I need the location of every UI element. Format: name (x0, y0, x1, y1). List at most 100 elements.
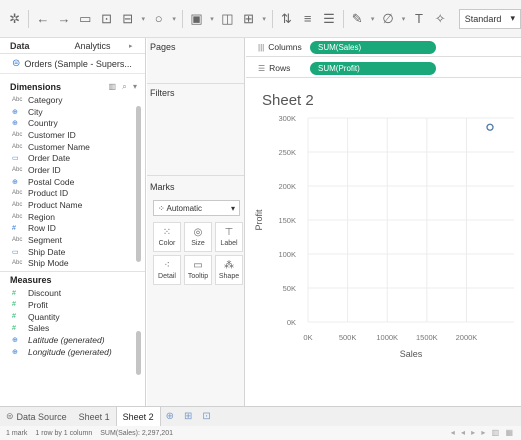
x-tick-label: 2000K (456, 333, 478, 342)
field-name: Ship Mode (28, 258, 69, 269)
field-name: Postal Code (28, 176, 75, 187)
field-item[interactable]: ⊕ Longitude (generated) (0, 346, 145, 358)
group-icon[interactable]: ✎ (347, 8, 368, 30)
measures-divider (0, 271, 145, 273)
field-item[interactable]: ▭ Ship Date (0, 246, 145, 258)
collapse-pane-icon[interactable]: ▸ (129, 42, 145, 50)
tab-analytics[interactable]: Analytics (65, 41, 130, 51)
status-rows-cols: 1 row by 1 column (35, 429, 93, 437)
rows-pill[interactable]: SUM(Profit) (310, 61, 436, 75)
field-item[interactable]: Abc Region (0, 211, 145, 223)
datasource-item[interactable]: ⊜ Orders (Sample - Supers... (0, 54, 145, 74)
field-item[interactable]: ▭ Order Date (0, 152, 145, 164)
field-item[interactable]: ⊕ Country (0, 117, 145, 129)
cards-column: Pages Filters Marks ⁘ Automatic ▾ ⁙ Color… (147, 38, 245, 406)
dimensions-scrollbar[interactable] (136, 106, 141, 262)
toolbar: ✲ ← → ▭ ⊡ ⊟ ▾ ○ ▾ ▣ ▾ ◫ ⊞ ▾ ⇅ ≡ ☰ ✎ ▾ ∅ … (0, 0, 521, 38)
redo-icon[interactable]: ○ (148, 8, 169, 30)
columns-shelf[interactable]: ||| Columns SUM(Sales) (246, 38, 521, 57)
sheet-tab-1[interactable]: Sheet 1 (73, 407, 116, 427)
data-source-tab[interactable]: ⊜ Data Source (0, 407, 73, 427)
save-icon[interactable]: ▭ (75, 8, 96, 30)
field-type-icon: # (12, 289, 16, 297)
sheet-tabs-bar: ⊜ Data Source Sheet 1 Sheet 2 ⊕ ⊞ ⊡ (0, 406, 521, 427)
y-tick-label: 200K (278, 182, 296, 191)
new-story-icon[interactable]: ⊡ (197, 411, 215, 422)
columns-pill[interactable]: SUM(Sales) (310, 40, 436, 54)
field-item[interactable]: # Quantity (0, 311, 145, 323)
pages-card-title: Pages (150, 42, 176, 52)
mark-type-select[interactable]: ⁘ Automatic ▾ (153, 200, 240, 216)
dropdown-arrow[interactable]: ▾ (399, 15, 409, 23)
tableau-logo-icon[interactable]: ✲ (4, 8, 25, 30)
label-icon: ⊤ (224, 227, 234, 238)
tab-data[interactable]: Data (0, 41, 65, 51)
scatter-point[interactable] (486, 123, 494, 131)
label-icon[interactable]: ∅ (377, 8, 398, 30)
dropdown-arrow[interactable]: ▾ (207, 15, 217, 23)
size-button[interactable]: ◎ Size (184, 222, 212, 252)
x-tick-label: 500K (339, 333, 357, 342)
field-name: Product ID (28, 188, 69, 199)
sheet-tab-2[interactable]: Sheet 2 (115, 406, 161, 427)
field-item[interactable]: Abc Order ID (0, 164, 145, 176)
fit-select[interactable]: Standard ▾ (458, 8, 521, 29)
text-icon[interactable]: T (408, 8, 429, 30)
detail-icon: ⁖ (164, 260, 170, 271)
field-item[interactable]: Abc Product Name (0, 199, 145, 211)
field-item[interactable]: # Row ID (0, 223, 145, 235)
y-tick-label: 300K (278, 114, 296, 123)
shape-button[interactable]: ⁂ Shape (215, 255, 243, 285)
add-sheet-icon[interactable]: ⊟ (117, 8, 138, 30)
columns-icon: ||| (258, 43, 265, 52)
chart-icon[interactable]: ▣ (186, 8, 207, 30)
highlight-icon[interactable]: ☰ (318, 8, 339, 30)
datasource-name: Orders (Sample - Supers... (24, 58, 132, 69)
dimensions-list: Abc Category ⊕ City ⊕ Country Abc Customer ID Ab… (0, 94, 145, 269)
dropdown-arrow[interactable]: ▾ (368, 15, 378, 23)
back-icon[interactable]: ← (32, 8, 53, 30)
mark-button-label: Detail (158, 273, 176, 280)
field-item[interactable]: Abc Customer Name (0, 141, 145, 153)
field-item[interactable]: Abc Category (0, 94, 145, 106)
pages-card[interactable]: Pages (147, 38, 244, 84)
field-item[interactable]: Abc Ship Mode (0, 258, 145, 270)
new-dashboard-icon[interactable]: ⊞ (179, 411, 197, 422)
field-name: City (28, 106, 43, 117)
sort-descending-icon[interactable]: ≡ (297, 8, 318, 30)
color-button[interactable]: ⁙ Color (153, 222, 181, 252)
field-item[interactable]: Abc Segment (0, 234, 145, 246)
duplicate-icon[interactable]: ◫ (217, 8, 238, 30)
measures-scrollbar[interactable] (136, 331, 141, 375)
swap-icon[interactable]: ⊞ (238, 8, 259, 30)
field-item[interactable]: # Discount (0, 287, 145, 299)
field-item[interactable]: ⊕ Latitude (generated) (0, 334, 145, 346)
pin-icon[interactable]: ✧ (430, 8, 451, 30)
field-name: Order Date (28, 153, 71, 164)
view-navigation-icons[interactable]: ◂ ◂ ▸ ▸ ▥ ▦ (451, 428, 515, 437)
field-item[interactable]: ⊕ Postal Code (0, 176, 145, 188)
detail-button[interactable]: ⁖ Detail (153, 255, 181, 285)
new-datasource-icon[interactable]: ⊡ (96, 8, 117, 30)
label-button[interactable]: ⊤ Label (215, 222, 243, 252)
field-name: Quantity (28, 311, 60, 322)
field-item[interactable]: Abc Customer ID (0, 129, 145, 141)
tooltip-button[interactable]: ▭ Tooltip (184, 255, 212, 285)
forward-icon[interactable]: → (53, 8, 74, 30)
dimensions-tools[interactable]: ▥ ⌕ ▾ (109, 82, 140, 92)
sort-ascending-icon[interactable]: ⇅ (276, 8, 297, 30)
field-type-icon: ⊕ (12, 348, 18, 356)
field-item[interactable]: ⊕ City (0, 106, 145, 118)
dropdown-arrow[interactable]: ▾ (169, 15, 179, 23)
marks-buttons: ⁙ Color ◎ Size ⊤ Label ⁖ Detail ▭ Tooltip ⁂ Sh… (153, 222, 244, 285)
dropdown-arrow[interactable]: ▾ (259, 15, 269, 23)
data-source-tab-label: Data Source (16, 411, 67, 422)
new-worksheet-icon[interactable]: ⊕ (161, 411, 179, 422)
dropdown-arrow[interactable]: ▾ (138, 15, 148, 23)
rows-shelf[interactable]: ☰ Rows SUM(Profit) (246, 59, 521, 78)
mark-type-value: Automatic (166, 203, 203, 213)
filters-card[interactable]: Filters (147, 84, 244, 176)
field-item[interactable]: Abc Product ID (0, 188, 145, 200)
field-item[interactable]: # Sales (0, 322, 145, 334)
field-item[interactable]: # Profit (0, 299, 145, 311)
